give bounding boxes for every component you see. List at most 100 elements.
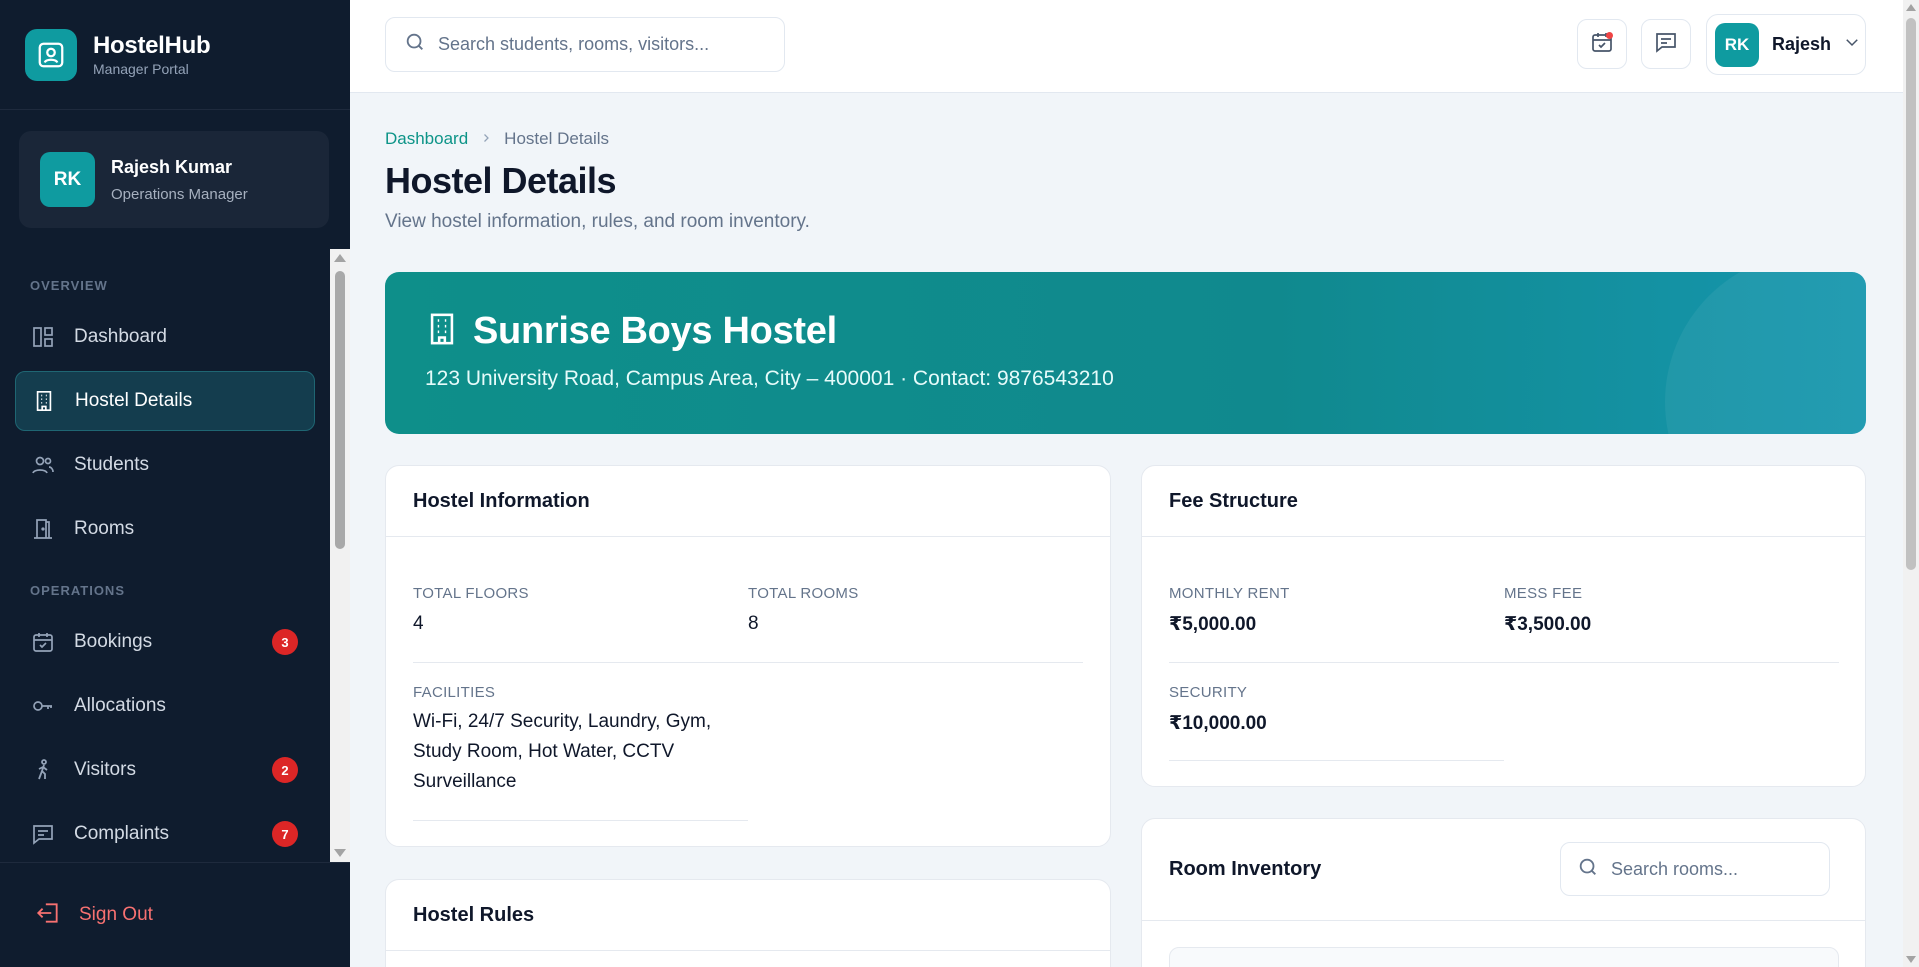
divider [1169, 760, 1504, 761]
profile-name: Rajesh [1772, 34, 1832, 54]
field-value: Wi-Fi, 24/7 Security, Laundry, Gym, Stud… [413, 711, 712, 792]
topbar: RK Rajesh [350, 0, 1903, 93]
sidebar-item-label: Bookings [74, 631, 153, 652]
field-label: MONTHLY RENT [1169, 585, 1290, 602]
breadcrumb-current: Hostel Details [504, 129, 610, 148]
scroll-up-arrow-icon[interactable] [334, 254, 346, 262]
mess-fee-field: MESS FEE ₹3,500.00 [1504, 585, 1591, 636]
divider [413, 820, 748, 821]
brand-subtitle: Manager Portal [93, 61, 189, 77]
building-icon [31, 388, 57, 414]
sidebar-item-label: Dashboard [74, 326, 167, 347]
profile-menu-button[interactable]: RK Rajesh [1706, 14, 1866, 75]
nav-section-overview: OVERVIEW [30, 278, 108, 293]
sidebar-item-visitors[interactable]: Visitors 2 [15, 740, 315, 800]
card-title: Hostel Information [413, 489, 590, 512]
breadcrumb-link-dashboard[interactable]: Dashboard [385, 129, 468, 149]
calendar-check-icon [30, 629, 56, 655]
total-floors-field: TOTAL FLOORS 4 [413, 585, 529, 635]
field-value: 4 [413, 613, 424, 634]
scrollbar-thumb[interactable] [335, 271, 345, 549]
hostel-name: Sunrise Boys Hostel [473, 310, 837, 352]
room-search-input[interactable] [1611, 858, 1821, 880]
visitors-count-badge: 2 [272, 757, 298, 783]
sidebar-item-rooms[interactable]: Rooms [15, 499, 315, 559]
hostel-address: 123 University Road, Campus Area, City –… [425, 367, 1114, 390]
sidebar-item-label: Allocations [74, 695, 166, 716]
sidebar-item-label: Visitors [74, 759, 136, 780]
card-title: Fee Structure [1169, 489, 1298, 512]
sidebar-scrollbar[interactable] [330, 249, 350, 862]
scrollbar-thumb[interactable] [1906, 18, 1916, 570]
dashboard-icon [30, 324, 56, 350]
search-icon [404, 31, 426, 58]
user-role: Operations Manager [111, 185, 248, 203]
hostel-information-card: Hostel Information TOTAL FLOORS 4 TOTAL … [385, 465, 1111, 847]
chevron-right-icon [480, 129, 492, 149]
sidebar-item-students[interactable]: Students [15, 435, 315, 495]
sign-out-button[interactable]: Sign Out [0, 862, 350, 967]
hostel-rules-card: Hostel Rules [385, 879, 1111, 967]
banner-decoration [1665, 272, 1866, 434]
walking-person-icon [30, 757, 56, 783]
global-search[interactable] [385, 17, 785, 72]
users-icon [30, 452, 56, 478]
field-value: ₹5,000.00 [1169, 614, 1257, 635]
logout-icon [35, 900, 61, 931]
avatar: RK [1715, 22, 1759, 67]
sidebar-item-label: Hostel Details [75, 390, 193, 411]
field-label: MESS FEE [1504, 585, 1583, 602]
brand-logo-icon [25, 28, 77, 81]
user-card: RK Rajesh Kumar Operations Manager [19, 131, 329, 228]
sidebar-item-bookings[interactable]: Bookings 3 [15, 612, 315, 672]
room-inventory-card: Room Inventory [1141, 818, 1866, 967]
field-value: ₹3,500.00 [1504, 614, 1592, 635]
bookings-count-badge: 3 [272, 629, 298, 655]
avatar: RK [40, 152, 95, 207]
search-icon [1577, 856, 1599, 883]
complaints-count-badge: 7 [272, 821, 298, 847]
sidebar-item-complaints[interactable]: Complaints 7 [15, 804, 315, 862]
field-label: TOTAL FLOORS [413, 585, 529, 602]
scroll-down-arrow-icon[interactable] [1906, 956, 1916, 963]
field-label: SECURITY [1169, 684, 1248, 701]
scroll-down-arrow-icon[interactable] [334, 849, 346, 857]
key-icon [30, 693, 56, 719]
security-field: SECURITY ₹10,000.00 [1169, 684, 1267, 735]
sidebar-item-dashboard[interactable]: Dashboard [15, 307, 315, 367]
calendar-button[interactable] [1577, 19, 1627, 69]
sidebar-item-allocations[interactable]: Allocations [15, 676, 315, 736]
hostel-banner: Sunrise Boys Hostel 123 University Road,… [385, 272, 1866, 434]
door-icon [30, 516, 56, 542]
sidebar-nav: OVERVIEW Dashboard Hostel Details Studen… [0, 249, 350, 862]
nav-section-operations: OPERATIONS [30, 583, 125, 598]
field-label: TOTAL ROOMS [748, 585, 859, 602]
sidebar-item-hostel-details[interactable]: Hostel Details [15, 371, 315, 431]
facilities-field: FACILITIES Wi-Fi, 24/7 Security, Laundry… [413, 684, 748, 797]
brand-name: HostelHub [93, 32, 211, 59]
room-search[interactable] [1560, 842, 1830, 896]
messages-button[interactable] [1641, 19, 1691, 69]
total-rooms-field: TOTAL ROOMS 8 [748, 585, 859, 635]
sidebar: HostelHub Manager Portal RK Rajesh Kumar… [0, 0, 350, 967]
sidebar-item-label: Rooms [74, 518, 135, 539]
monthly-rent-field: MONTHLY RENT ₹5,000.00 [1169, 585, 1290, 636]
brand[interactable]: HostelHub Manager Portal [0, 0, 350, 110]
building-icon [425, 312, 459, 351]
breadcrumb: Dashboard Hostel Details [385, 129, 609, 149]
page-scrollbar[interactable] [1903, 0, 1919, 967]
search-input[interactable] [438, 34, 758, 55]
user-name: Rajesh Kumar [111, 156, 233, 177]
scroll-up-arrow-icon[interactable] [1906, 4, 1916, 11]
chevron-down-icon [1843, 33, 1861, 56]
sidebar-item-label: Students [74, 454, 149, 475]
page-subtitle: View hostel information, rules, and room… [385, 211, 810, 232]
sign-out-label: Sign Out [79, 904, 153, 925]
message-icon [30, 821, 56, 847]
fee-structure-card: Fee Structure MONTHLY RENT ₹5,000.00 MES… [1141, 465, 1866, 787]
card-title: Hostel Rules [413, 903, 535, 926]
divider [413, 662, 1083, 663]
message-icon [1654, 30, 1678, 59]
notification-dot [1606, 32, 1613, 39]
page-title: Hostel Details [385, 160, 617, 201]
